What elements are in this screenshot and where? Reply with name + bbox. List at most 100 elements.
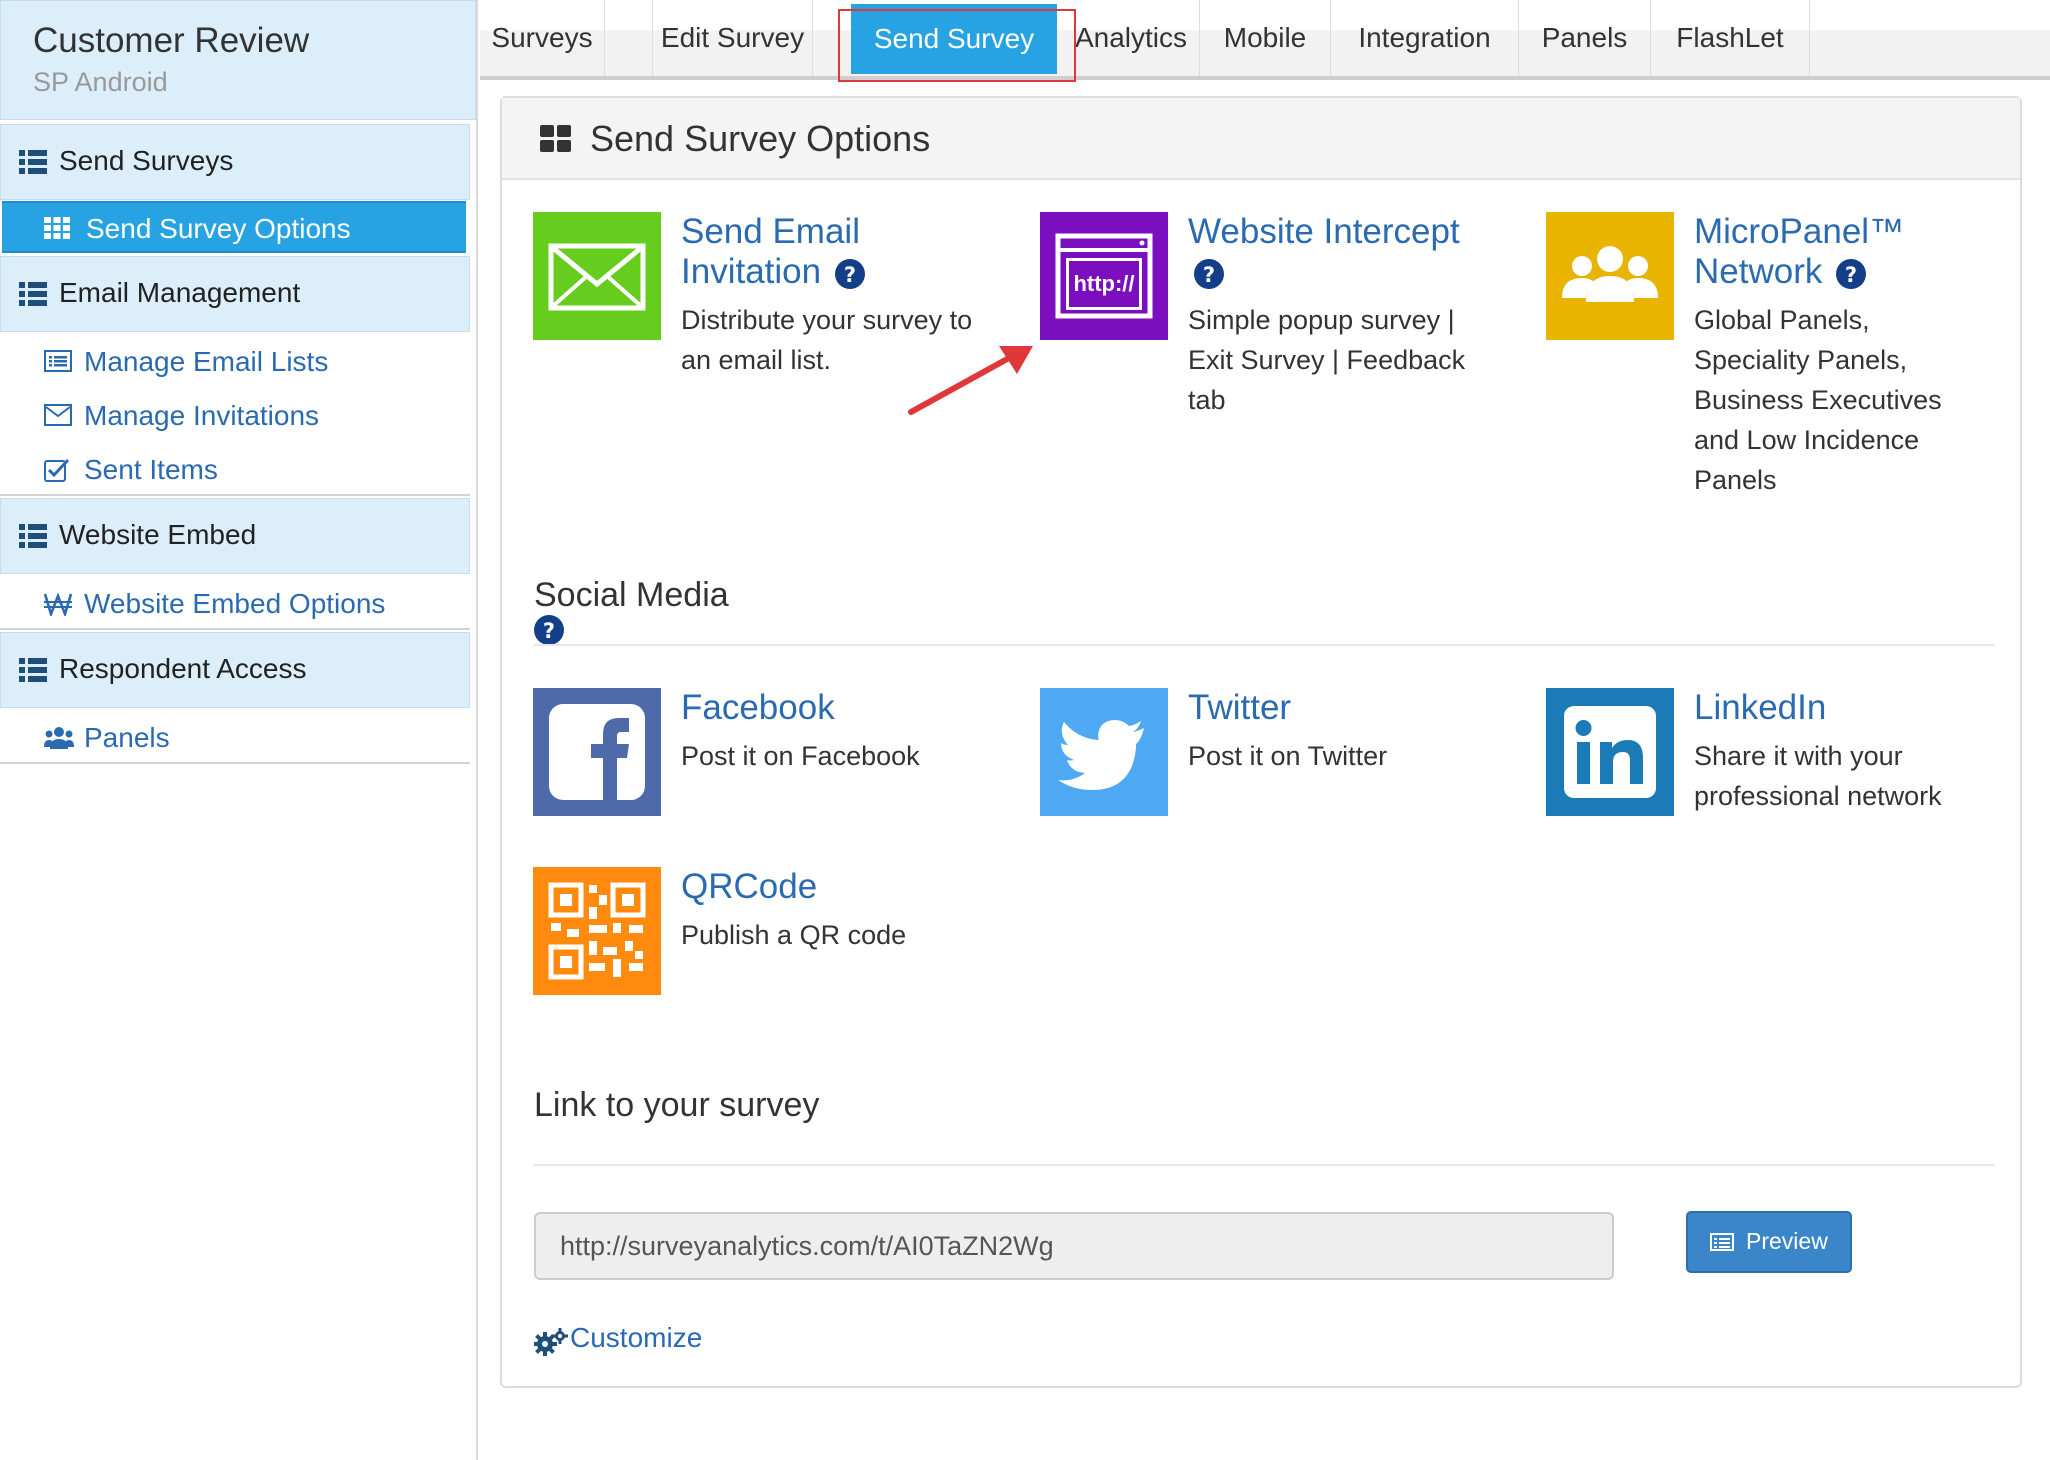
sidebar: Customer Review SP Android Send Surveys … [0, 0, 478, 1460]
preview-button[interactable]: Preview [1686, 1211, 1852, 1273]
panel-title: Send Survey Options [590, 118, 931, 159]
sidebar-item-send-survey-options[interactable]: Send Survey Options [2, 201, 466, 253]
grid-icon [44, 217, 70, 239]
gears-icon [534, 1328, 568, 1356]
linkedin-icon[interactable] [1546, 688, 1674, 816]
sidebar-item-label: Sent Items [84, 454, 218, 485]
sidebar-section-respondent-access[interactable]: Respondent Access [0, 632, 470, 708]
sidebar-item-manage-invitations[interactable]: Manage Invitations [0, 390, 470, 442]
sidebar-section-email-management[interactable]: Email Management [0, 256, 470, 332]
list-icon [19, 658, 47, 682]
group-icon[interactable] [1546, 212, 1674, 340]
social-media-heading: Social Media? [534, 576, 729, 645]
svg-text:?: ? [1203, 263, 1215, 287]
sidebar-divider [0, 494, 470, 496]
option-description: Publish a QR code [681, 920, 907, 950]
sidebar-divider [0, 628, 470, 630]
survey-title: Customer Review [33, 21, 310, 60]
sidebar-divider [0, 762, 470, 764]
tab-surveys[interactable]: Surveys [480, 0, 605, 76]
sidebar-item-label: Manage Email Lists [84, 346, 329, 377]
option-title-link[interactable]: Facebook [681, 688, 1001, 728]
list-icon [19, 524, 47, 548]
option-description: Distribute your survey to an email list. [681, 305, 973, 375]
top-tab-bar: Surveys Edit Survey Send Survey Analytic… [480, 0, 2050, 80]
help-icon[interactable]: ? [1194, 258, 1224, 289]
option-title-line2: Network [1694, 252, 1823, 291]
help-icon[interactable]: ? [835, 258, 866, 289]
sidebar-item-panels[interactable]: Panels [0, 712, 470, 764]
send-survey-options-panel: Send Survey Options Send Email Invitatio… [500, 96, 2022, 1388]
qrcode-icon[interactable] [533, 867, 661, 995]
sidebar-header: Customer Review SP Android [0, 0, 476, 120]
option-title-link[interactable]: LinkedIn [1694, 688, 2014, 728]
envelope-icon [44, 404, 72, 426]
option-description: Post it on Twitter [1188, 741, 1388, 771]
option-title-link[interactable]: Website Intercept ? [1188, 212, 1508, 292]
tab-send-survey[interactable]: Send Survey [851, 4, 1057, 74]
list-icon [19, 282, 47, 306]
survey-link-input[interactable] [534, 1212, 1614, 1280]
http-label: http:// [1073, 271, 1134, 296]
option-qrcode: QRCode Publish a QR code [533, 867, 1003, 997]
tab-analytics[interactable]: Analytics [1063, 0, 1200, 76]
option-description: Simple popup survey | Exit Survey | Feed… [1188, 305, 1466, 415]
sidebar-item-label: Manage Invitations [84, 400, 320, 431]
sidebar-item-label: Website Embed Options [84, 588, 386, 619]
list-alt-icon [1710, 1233, 1734, 1251]
survey-subtitle: SP Android [33, 67, 168, 97]
option-title-line1: Website Intercept [1188, 212, 1460, 251]
option-description: Global Panels, Speciality Panels, Busine… [1694, 305, 1942, 495]
svg-text:?: ? [844, 263, 856, 287]
option-description: Share it with your professional network [1694, 741, 1942, 811]
help-icon[interactable]: ? [1836, 258, 1867, 289]
option-website-intercept: http:// Website Intercept ? Simple popup… [1040, 212, 1510, 415]
twitter-icon[interactable] [1040, 688, 1168, 816]
option-send-email-invitation: Send Email Invitation? Distribute your s… [533, 212, 1003, 375]
option-description: Post it on Facebook [681, 741, 920, 771]
browser-http-icon[interactable]: http:// [1040, 212, 1168, 340]
sidebar-item-label: Panels [84, 722, 170, 753]
option-title-link[interactable]: QRCode [681, 867, 1001, 907]
tab-flashlet[interactable]: FlashLet [1651, 0, 1810, 76]
th-large-icon [540, 125, 572, 153]
sidebar-item-manage-email-lists[interactable]: Manage Email Lists [0, 336, 470, 388]
option-title-line1: Send Email [681, 212, 860, 251]
divider [534, 1164, 1994, 1166]
link-to-survey-heading: Link to your survey [534, 1086, 820, 1124]
option-twitter: Twitter Post it on Twitter [1040, 688, 1510, 818]
list-icon [19, 150, 47, 174]
option-title-line1: MicroPanel™ [1694, 212, 1905, 251]
won-sign-icon [44, 592, 72, 616]
tab-integration[interactable]: Integration [1331, 0, 1519, 76]
option-title-link[interactable]: Twitter [1188, 688, 1508, 728]
sidebar-item-sent-items[interactable]: Sent Items [0, 444, 470, 496]
facebook-icon[interactable] [533, 688, 661, 816]
customize-label: Customize [570, 1322, 703, 1353]
sidebar-section-label: Respondent Access [59, 653, 307, 684]
option-title-line2: Invitation [681, 252, 822, 291]
preview-button-label: Preview [1746, 1228, 1828, 1254]
svg-text:?: ? [1845, 263, 1857, 287]
option-title-link[interactable]: MicroPanel™ Network? [1694, 212, 2014, 292]
option-title-link[interactable]: Send Email Invitation? [681, 212, 1001, 292]
divider [534, 644, 1994, 646]
option-facebook: Facebook Post it on Facebook [533, 688, 1003, 818]
sidebar-item-label: Send Survey Options [86, 213, 351, 244]
panel-header: Send Survey Options [502, 98, 2020, 180]
sidebar-section-label: Website Embed [59, 519, 257, 550]
svg-text:?: ? [543, 619, 555, 643]
tab-mobile[interactable]: Mobile [1200, 0, 1331, 76]
option-micropanel-network: MicroPanel™ Network? Global Panels, Spec… [1546, 212, 2016, 495]
tab-panels[interactable]: Panels [1519, 0, 1651, 76]
tab-edit-survey[interactable]: Edit Survey [652, 0, 813, 76]
option-linkedin: LinkedIn Share it with your professional… [1546, 688, 2016, 818]
users-icon [44, 726, 74, 750]
sidebar-section-label: Send Surveys [59, 145, 234, 176]
sidebar-section-website-embed[interactable]: Website Embed [0, 498, 470, 574]
sidebar-section-label: Email Management [59, 277, 301, 308]
help-icon[interactable]: ? [534, 615, 729, 645]
envelope-icon[interactable] [533, 212, 661, 340]
sidebar-item-website-embed-options[interactable]: Website Embed Options [0, 578, 470, 630]
sidebar-section-send-surveys[interactable]: Send Surveys [0, 124, 470, 200]
